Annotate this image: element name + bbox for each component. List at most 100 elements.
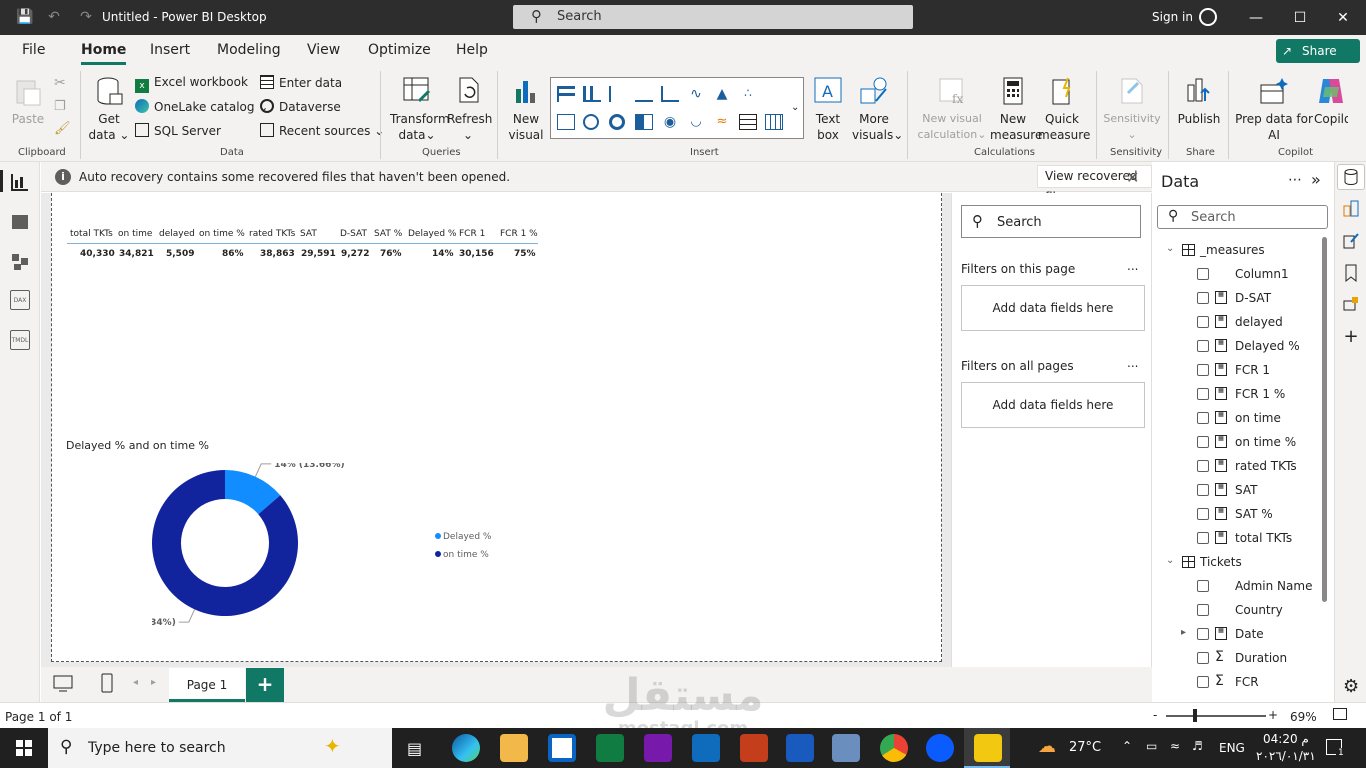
menu-help[interactable]: Help (456, 42, 488, 58)
legend-item[interactable]: on time % (443, 550, 489, 560)
maximize-icon[interactable]: ☐ (1290, 8, 1310, 28)
publish-button[interactable]: Publish (1176, 75, 1222, 127)
field-checkbox[interactable] (1197, 388, 1209, 400)
selection-pane-icon[interactable] (1343, 296, 1359, 314)
zoom-out-icon[interactable]: - (1153, 708, 1157, 722)
refresh-button[interactable]: Refresh ⌄ (447, 75, 492, 143)
gallery-expand-icon[interactable]: ⌄ (791, 102, 799, 113)
more-options-icon[interactable]: ... (1127, 259, 1138, 273)
clock-time[interactable]: 04:20 م (1263, 732, 1309, 746)
transform-data-button[interactable]: Transform data⌄ (390, 75, 450, 143)
text-box-button[interactable]: A Text box (808, 75, 848, 143)
zoom-slider[interactable] (1166, 715, 1266, 717)
file-explorer-icon[interactable] (500, 734, 528, 762)
show-hidden-icons-icon[interactable]: ⌃ (1122, 739, 1132, 753)
title-search-box[interactable]: ⚲ Search (513, 5, 913, 29)
field-checkbox[interactable] (1197, 508, 1209, 520)
edge-icon[interactable] (452, 734, 480, 762)
legend-item[interactable]: Delayed % (443, 532, 492, 542)
mobile-layout-icon[interactable] (101, 673, 113, 693)
copy-icon[interactable]: ❐ (54, 99, 66, 114)
save-icon[interactable]: 💾 (16, 9, 33, 25)
field-checkbox[interactable] (1197, 340, 1209, 352)
excel-workbook-button[interactable]: x Excel workbook (135, 75, 248, 93)
excel-app-icon[interactable] (596, 734, 624, 762)
new-visual-calculation-button[interactable]: fx New visual calculation⌄ (914, 75, 990, 143)
quick-measure-button[interactable]: Quick measure (1038, 75, 1090, 143)
collapse-pane-icon[interactable]: » (1311, 170, 1321, 189)
table-view-icon[interactable] (10, 212, 30, 232)
weather-temp[interactable]: 27°C (1069, 740, 1101, 755)
word-icon[interactable] (786, 734, 814, 762)
outlook-icon[interactable] (692, 734, 720, 762)
field-checkbox[interactable] (1197, 436, 1209, 448)
onenote-icon[interactable] (644, 734, 672, 762)
menu-optimize[interactable]: Optimize (368, 42, 431, 58)
zoom-in-icon[interactable]: + (1268, 708, 1278, 722)
add-fields-this-page-dropzone[interactable]: Add data fields here (961, 285, 1145, 331)
slicer-icon[interactable] (557, 114, 575, 130)
matrix-icon[interactable] (765, 114, 783, 130)
menu-file[interactable]: File (22, 42, 45, 58)
zoom-app-icon[interactable] (926, 734, 954, 762)
menu-view[interactable]: View (307, 42, 340, 58)
filters-search-input[interactable]: ⚲ Search (961, 205, 1141, 238)
paste-button[interactable]: Paste (10, 75, 46, 127)
menu-insert[interactable]: Insert (150, 42, 190, 58)
field-checkbox[interactable] (1197, 364, 1209, 376)
pie-chart-icon[interactable] (583, 114, 599, 130)
field-checkbox[interactable] (1197, 484, 1209, 496)
report-view-icon[interactable] (10, 172, 30, 192)
settings-gear-icon[interactable]: ⚙ (1343, 676, 1359, 697)
recent-sources-button[interactable]: Recent sources ⌄ (260, 123, 384, 138)
copilot-button[interactable]: Copilo (1314, 75, 1348, 127)
prep-data-for-ai-button[interactable]: Prep data for AI (1234, 75, 1314, 143)
field-checkbox[interactable] (1197, 652, 1209, 664)
field-checkbox[interactable] (1197, 268, 1209, 280)
new-visual-button[interactable]: New visual (505, 75, 547, 143)
report-canvas[interactable]: total TKTs on time delayed on time % rat… (51, 193, 942, 662)
clustered-bar-icon[interactable] (609, 86, 627, 102)
desktop-layout-icon[interactable] (53, 675, 73, 693)
clock-date[interactable]: ٢٠٢٦/٠١/٣١ (1256, 749, 1316, 763)
undo-icon[interactable]: ↶ (46, 9, 62, 25)
map-icon[interactable]: ◉ (661, 114, 679, 130)
field-checkbox[interactable] (1197, 604, 1209, 616)
model-view-icon[interactable] (10, 252, 30, 272)
fit-to-page-icon[interactable] (1333, 708, 1347, 720)
add-page-button[interactable]: + (246, 668, 284, 702)
clustered-column-icon[interactable] (635, 86, 653, 102)
volume-icon[interactable]: ♬ (1192, 739, 1203, 753)
treemap-icon[interactable] (635, 114, 653, 130)
gauge-icon[interactable]: ◡ (687, 114, 705, 130)
cut-icon[interactable]: ✂ (54, 75, 66, 91)
dataverse-button[interactable]: Dataverse (260, 99, 341, 114)
weather-icon[interactable]: ☁ (1038, 736, 1056, 757)
next-page-icon[interactable]: ▸ (151, 677, 156, 688)
visualizations-pane-icon[interactable] (1343, 200, 1359, 218)
donut-chart[interactable]: 14% (13.66%) 86% (86.34%) Delayed % on time… (152, 463, 552, 643)
battery-icon[interactable]: ▭ (1146, 739, 1157, 753)
line-chart-icon[interactable]: ∿ (687, 86, 705, 102)
sensitivity-button[interactable]: Sensitivity ⌄ (1102, 75, 1162, 143)
data-pane-icon[interactable] (1343, 168, 1359, 186)
sign-in-link[interactable]: Sign in (1152, 10, 1193, 24)
bookmark-icon[interactable] (1343, 264, 1359, 282)
onelake-catalog-button[interactable]: OneLake catalog ⌄ (135, 99, 268, 114)
field-checkbox[interactable] (1197, 580, 1209, 592)
field-checkbox[interactable] (1197, 316, 1209, 328)
get-data-button[interactable]: Get data ⌄ (88, 75, 130, 143)
language-indicator[interactable]: ENG (1219, 741, 1245, 755)
share-button[interactable]: ↗ Share (1276, 39, 1360, 63)
page-tab[interactable]: Page 1 (169, 668, 245, 702)
field-checkbox[interactable] (1197, 532, 1209, 544)
table-visual-icon[interactable] (739, 114, 757, 130)
format-painter-icon[interactable]: 🖌 (54, 121, 71, 136)
power-bi-icon[interactable] (974, 734, 1002, 762)
new-measure-button[interactable]: New measure (990, 75, 1042, 143)
donut-chart-icon[interactable] (609, 114, 625, 130)
more-visuals-button[interactable]: More visuals⌄ (852, 75, 903, 143)
previous-page-icon[interactable]: ◂ (133, 677, 138, 688)
more-options-icon[interactable]: ... (1127, 356, 1138, 370)
field-checkbox[interactable] (1197, 628, 1209, 640)
